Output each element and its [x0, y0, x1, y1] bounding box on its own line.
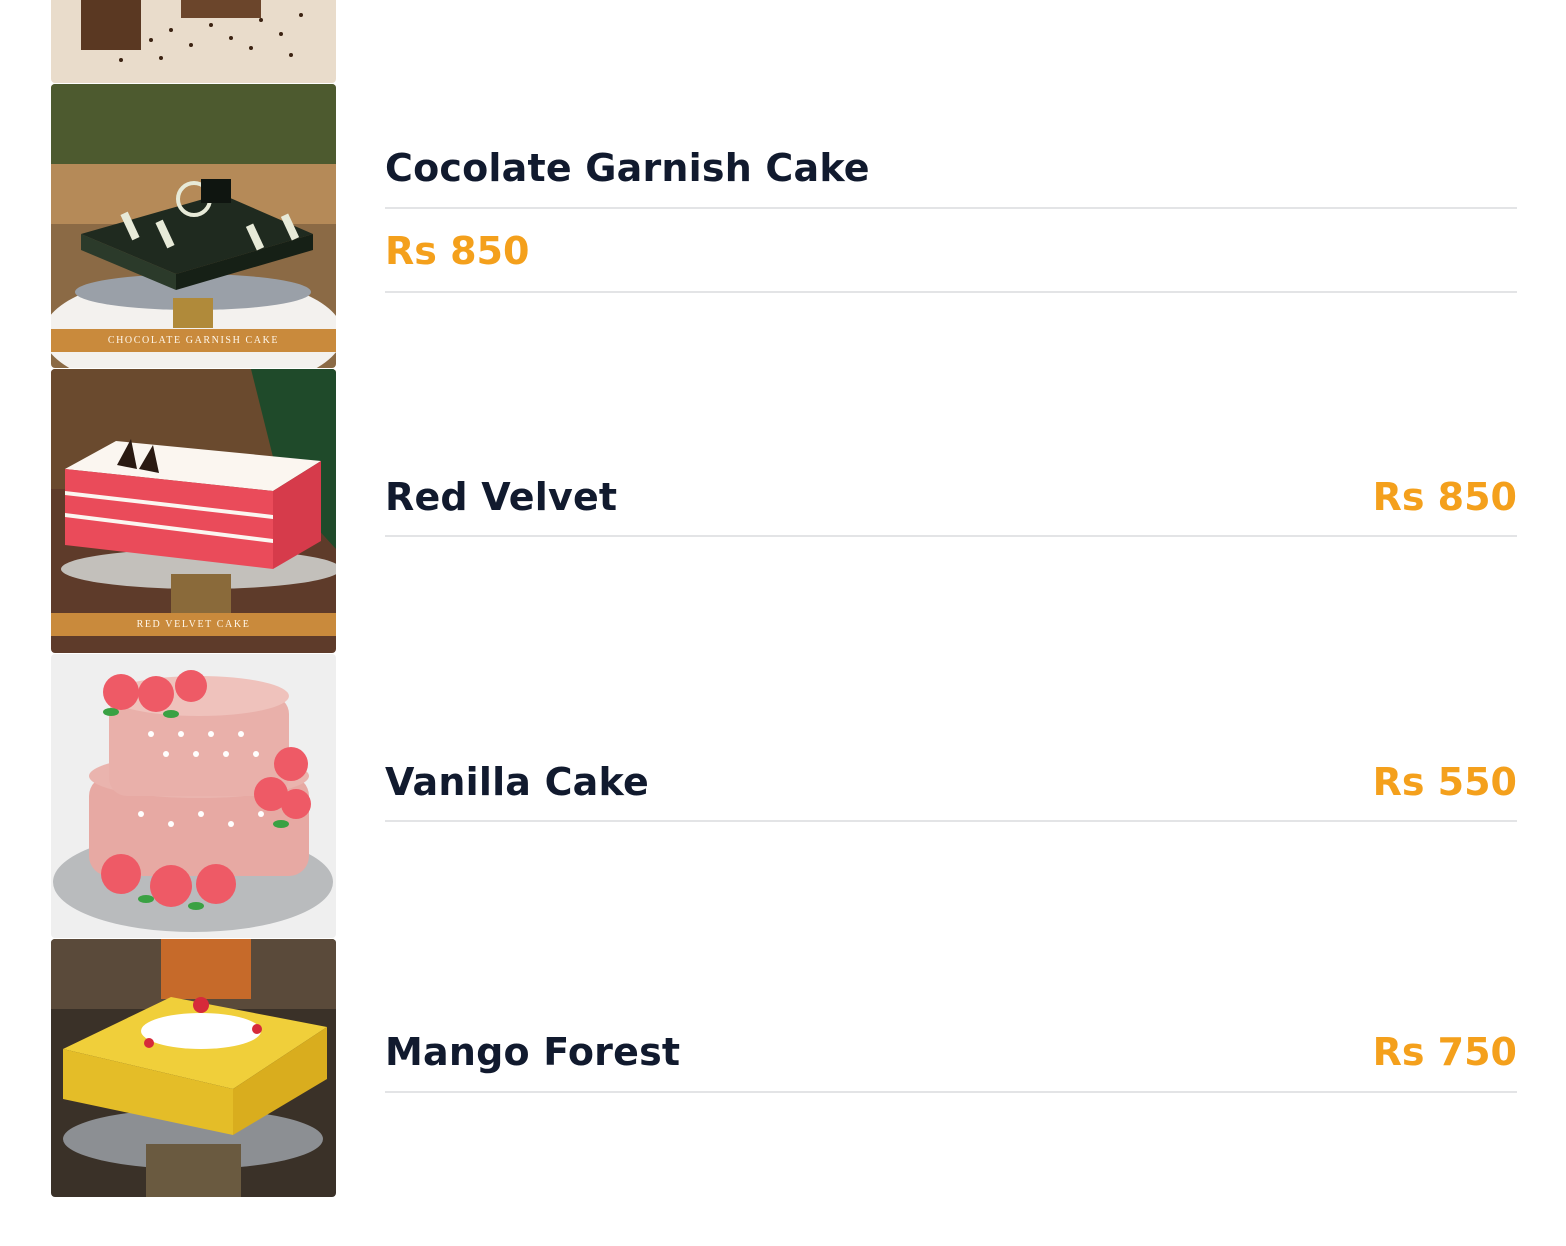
image-caption: RED VELVET CAKE [51, 613, 336, 636]
divider [385, 207, 1517, 209]
item-image[interactable] [51, 654, 336, 938]
item-name: Vanilla Cake [385, 760, 649, 804]
divider [385, 291, 1517, 293]
item-price: Rs 850 [1372, 475, 1517, 519]
item-image[interactable] [51, 939, 336, 1197]
item-name: Cocolate Garnish Cake [385, 146, 870, 190]
menu-item[interactable]: RED VELVET CAKE Red Velvet Rs 850 [51, 369, 1517, 653]
item-price: Rs 750 [1372, 1030, 1517, 1074]
menu-item[interactable]: Mango Forest Rs 750 [51, 939, 1517, 1197]
menu-item-next[interactable] [170, 1240, 230, 1246]
divider [385, 1091, 1517, 1093]
previous-item-image[interactable] [51, 0, 336, 83]
image-caption: CHOCOLATE GARNISH CAKE [51, 329, 336, 352]
divider [385, 820, 1517, 822]
menu-item-previous[interactable] [51, 0, 336, 83]
menu-item[interactable]: CHOCOLATE GARNISH CAKE Cocolate Garnish … [51, 84, 1517, 368]
item-image[interactable]: CHOCOLATE GARNISH CAKE [51, 84, 336, 368]
item-price: Rs 550 [1372, 760, 1517, 804]
divider [385, 535, 1517, 537]
item-image[interactable]: RED VELVET CAKE [51, 369, 336, 653]
item-price: Rs 850 [385, 229, 530, 273]
item-name: Red Velvet [385, 475, 618, 519]
menu-item[interactable]: Vanilla Cake Rs 550 [51, 654, 1517, 938]
item-name: Mango Forest [385, 1030, 681, 1074]
